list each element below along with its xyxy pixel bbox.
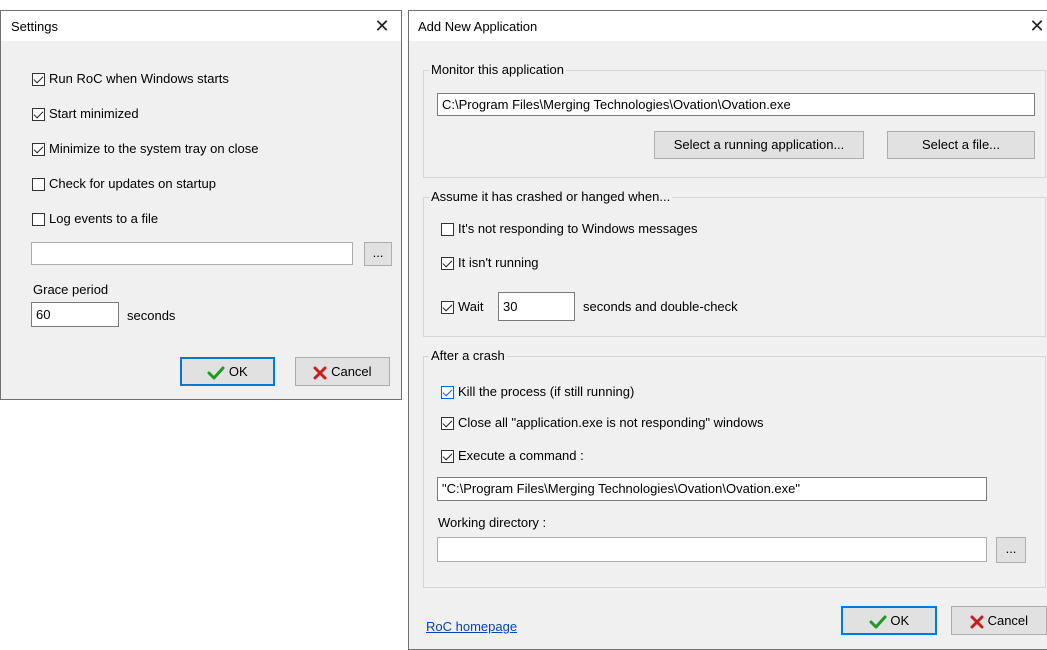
kill-process-label: Kill the process (if still running) — [458, 384, 635, 399]
select-running-app-button[interactable]: Select a running application... — [654, 131, 864, 159]
wait-seconds-input[interactable]: 30 — [498, 292, 575, 321]
execute-command-label: Execute a command : — [458, 448, 584, 463]
settings-window: Settings ✕ Run RoC when Windows starts S… — [0, 10, 402, 400]
add-app-cancel-button[interactable]: Cancel — [951, 606, 1047, 635]
working-directory-label: Working directory : — [438, 515, 547, 530]
add-app-titlebar: Add New Application ✕ — [409, 11, 1047, 41]
checkbox-execute-command[interactable] — [441, 450, 454, 463]
settings-cancel-button[interactable]: Cancel — [295, 357, 390, 386]
check-updates-label: Check for updates on startup — [49, 176, 216, 191]
checkbox-log-events[interactable] — [32, 213, 45, 226]
minimize-to-tray-label: Minimize to the system tray on close — [49, 141, 259, 156]
add-app-ok-label: OK — [890, 613, 910, 628]
settings-titlebar: Settings ✕ — [1, 11, 401, 41]
checkbox-start-minimized[interactable] — [32, 108, 45, 121]
checkbox-kill-process[interactable] — [441, 386, 454, 399]
log-file-browse-button[interactable]: ... — [364, 242, 392, 266]
x-icon — [313, 366, 327, 380]
close-icon[interactable]: ✕ — [1026, 15, 1047, 37]
working-directory-input[interactable] — [437, 537, 987, 562]
log-file-path-input[interactable] — [31, 242, 353, 265]
close-icon[interactable]: ✕ — [371, 15, 393, 37]
checkbox-minimize-to-tray[interactable] — [32, 143, 45, 156]
add-app-ok-button[interactable]: OK — [841, 606, 937, 635]
crash-condition-group-label: Assume it has crashed or hanged when... — [429, 189, 673, 204]
close-not-responding-label: Close all "application.exe is not respon… — [458, 415, 764, 430]
checkbox-close-not-responding[interactable] — [441, 417, 454, 430]
settings-title: Settings — [11, 19, 58, 34]
log-events-label: Log events to a file — [49, 211, 159, 226]
add-app-cancel-label: Cancel — [987, 613, 1029, 628]
checkbox-run-on-startup[interactable] — [32, 73, 45, 86]
wait-label: Wait — [458, 299, 484, 314]
checkbox-wait[interactable] — [441, 301, 454, 314]
grace-period-input[interactable]: 60 — [31, 302, 119, 327]
settings-ok-button[interactable]: OK — [180, 357, 275, 386]
grace-period-label: Grace period — [33, 282, 109, 297]
settings-ok-label: OK — [228, 364, 248, 379]
checkmark-icon — [207, 366, 225, 380]
checkbox-not-running[interactable] — [441, 257, 454, 270]
working-directory-browse-button[interactable]: ... — [996, 537, 1026, 563]
not-responding-label: It's not responding to Windows messages — [458, 221, 698, 236]
command-input[interactable]: "C:\Program Files\Merging Technologies\O… — [437, 477, 987, 501]
checkbox-check-updates[interactable] — [32, 178, 45, 191]
not-running-label: It isn't running — [458, 255, 539, 270]
add-app-title: Add New Application — [418, 19, 538, 34]
wait-suffix-label: seconds and double-check — [583, 299, 738, 314]
x-icon — [970, 615, 984, 629]
settings-cancel-label: Cancel — [331, 364, 372, 379]
checkbox-not-responding[interactable] — [441, 223, 454, 236]
grace-period-unit: seconds — [127, 308, 176, 323]
application-path-input[interactable]: C:\Program Files\Merging Technologies\Ov… — [437, 93, 1035, 116]
run-on-startup-label: Run RoC when Windows starts — [49, 71, 229, 86]
checkmark-icon — [869, 615, 887, 629]
roc-homepage-link[interactable]: RoC homepage — [426, 619, 517, 634]
monitor-group — [423, 70, 1046, 178]
add-application-window: Add New Application ✕ Monitor this appli… — [408, 10, 1047, 650]
start-minimized-label: Start minimized — [49, 106, 139, 121]
select-file-button[interactable]: Select a file... — [887, 131, 1035, 159]
after-crash-group-label: After a crash — [429, 348, 507, 363]
monitor-group-label: Monitor this application — [429, 62, 566, 77]
